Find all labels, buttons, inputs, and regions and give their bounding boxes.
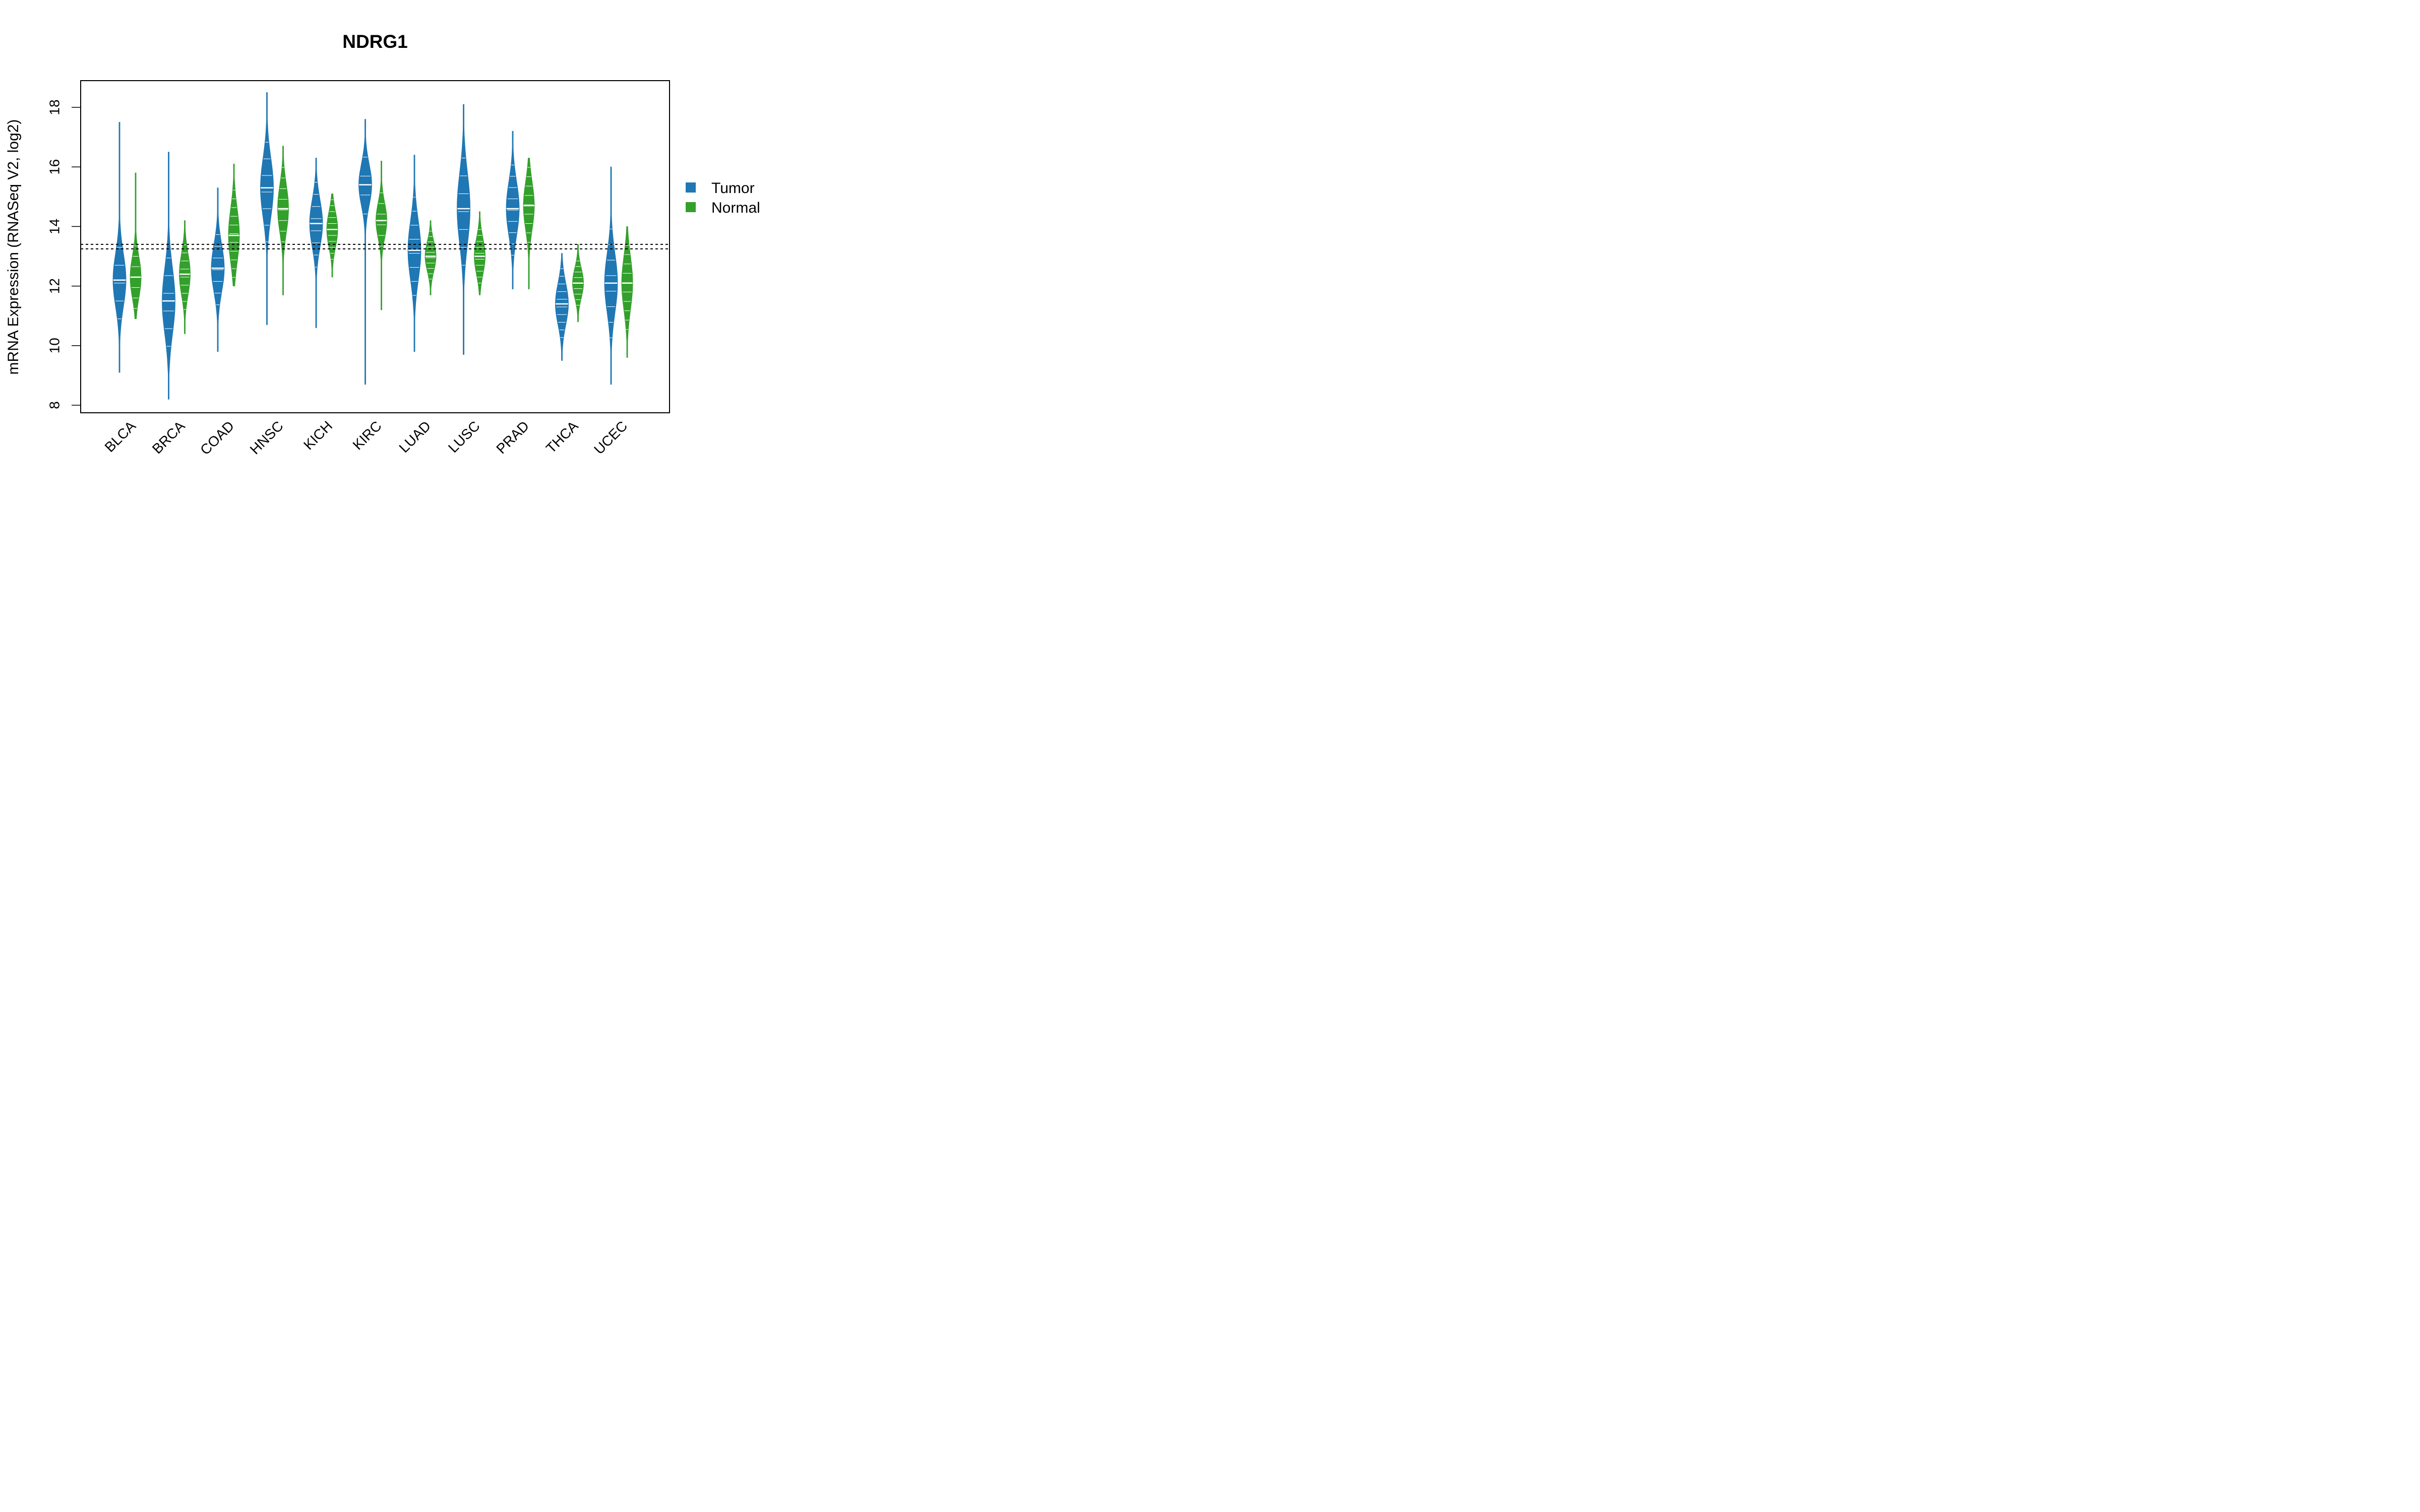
legend-swatch [686,202,696,212]
y-tick-label: 18 [46,99,62,115]
legend-item-tumor: Tumor [686,180,755,197]
violin-prad-tumor [506,131,520,289]
x-tick-label: HNSC [247,418,286,457]
violin-lusc-tumor [457,104,470,355]
violin-blca-normal [130,172,142,319]
legend-label: Normal [711,200,760,216]
violin-prad-normal [523,158,535,289]
legend: Tumor Normal [686,180,760,216]
violin-ucec-normal [621,226,633,358]
violin-thca-normal [572,244,584,322]
violin-brca-normal [179,220,191,334]
violin-kirc-normal [376,161,387,310]
legend-item-normal: Normal [686,200,760,216]
violin-body [358,119,372,385]
violin-luad-tumor [407,155,421,352]
violin-lusc-normal [474,211,486,295]
x-axis: BLCA BRCA COAD HNSC KICH KIRC LUAD LUSC PRAD THCA… [102,418,631,458]
y-tick-label: 10 [46,338,62,353]
violin-thca-tumor [555,253,569,361]
violins-layer [112,92,633,400]
violin-hnsc-tumor [260,92,274,325]
legend-swatch [686,182,696,193]
x-tick-label: LUSC [445,418,483,456]
x-tick-label: BRCA [149,418,188,457]
x-tick-label: THCA [543,418,581,456]
y-tick-label: 8 [46,401,62,409]
y-axis-label: mRNA Expression (RNASeq V2, log2) [5,119,22,375]
x-tick-label: UCEC [591,418,630,457]
x-tick-label: LUAD [396,418,434,456]
y-axis: 8 10 12 14 16 18 [46,99,81,409]
violin-luad-normal [425,220,437,295]
y-tick-label: 14 [46,219,62,234]
violin-coad-normal [228,163,240,286]
violin-kirc-tumor [358,119,372,385]
x-tick-label: COAD [197,418,237,458]
violin-blca-tumor [112,122,127,373]
violin-chart: NDRG1 8 10 12 14 16 18 BLCA BRCA COAD HNSC KICH KI… [5,31,760,458]
x-tick-label: KIRC [350,418,385,453]
legend-label: Tumor [711,180,755,197]
chart-title: NDRG1 [342,31,408,52]
y-tick-label: 12 [46,278,62,294]
x-tick-label: BLCA [102,418,139,455]
violin-kich-normal [326,194,338,278]
y-tick-label: 16 [46,159,62,175]
x-tick-label: PRAD [493,418,532,457]
violin-hnsc-normal [277,146,289,295]
violin-coad-tumor [211,187,225,352]
violin-ucec-tumor [604,166,618,385]
x-tick-label: KICH [300,418,335,453]
violin-brca-tumor [162,152,175,400]
violin-kich-tumor [309,158,323,328]
